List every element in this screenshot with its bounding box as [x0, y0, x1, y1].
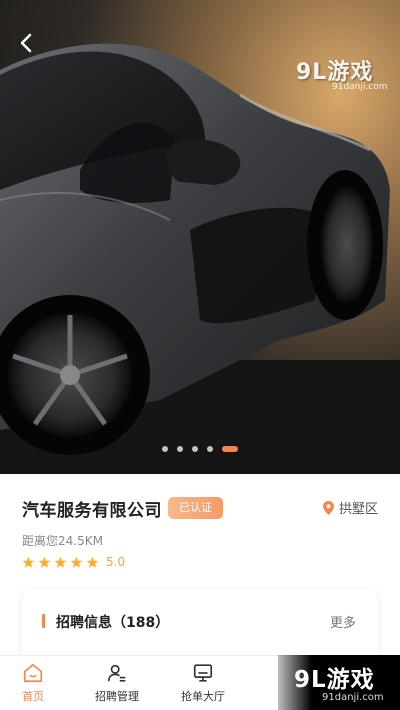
tab-recruit[interactable]: 招聘管理 — [79, 656, 155, 710]
tab-recruit-label: 招聘管理 — [95, 690, 139, 703]
location-pin-icon — [322, 500, 334, 515]
watermark-url: 91danji.com — [332, 82, 388, 92]
carousel-dot[interactable] — [177, 446, 183, 452]
watermark-brand: 9L游戏 — [294, 667, 375, 693]
watermark-overlay: 9L游戏 91danji.com — [278, 655, 400, 710]
verified-badge: 已认证 — [168, 497, 223, 519]
order-hall-icon — [193, 664, 213, 682]
star-icon — [86, 556, 99, 568]
carousel-dot[interactable] — [192, 446, 198, 452]
rating: 5.0 — [22, 555, 125, 569]
watermark-logo: 9L游戏 91danji.com — [296, 54, 392, 100]
back-icon[interactable] — [14, 30, 40, 56]
carousel-dot[interactable] — [207, 446, 213, 452]
recruitment-title: 招聘信息（188） — [56, 615, 170, 631]
tab-home-label: 首页 — [22, 690, 44, 703]
tab-order-hall[interactable]: 抢单大厅 — [165, 656, 241, 710]
rating-value: 5.0 — [106, 555, 126, 569]
home-icon — [23, 663, 43, 683]
distance-text: 距离您24.5KM — [22, 534, 103, 548]
recruit-icon — [107, 664, 126, 682]
location[interactable]: 拱墅区 — [322, 498, 378, 517]
watermark-url: 91danji.com — [322, 692, 384, 703]
star-icon — [22, 556, 35, 568]
carousel-indicator — [0, 446, 400, 452]
location-label: 拱墅区 — [338, 502, 378, 517]
carousel-dot-active[interactable] — [222, 446, 238, 452]
star-icon — [70, 556, 83, 568]
more-link[interactable]: 更多 — [330, 612, 356, 631]
hero-carousel[interactable]: 9L游戏 91danji.com — [0, 0, 400, 474]
company-name: 汽车服务有限公司 — [22, 501, 162, 521]
carousel-dot[interactable] — [162, 446, 168, 452]
star-icon — [38, 556, 51, 568]
tab-order-hall-label: 抢单大厅 — [181, 690, 225, 703]
tab-home[interactable]: 首页 — [0, 656, 71, 710]
star-icon — [54, 556, 67, 568]
section-accent-bar — [42, 614, 45, 628]
